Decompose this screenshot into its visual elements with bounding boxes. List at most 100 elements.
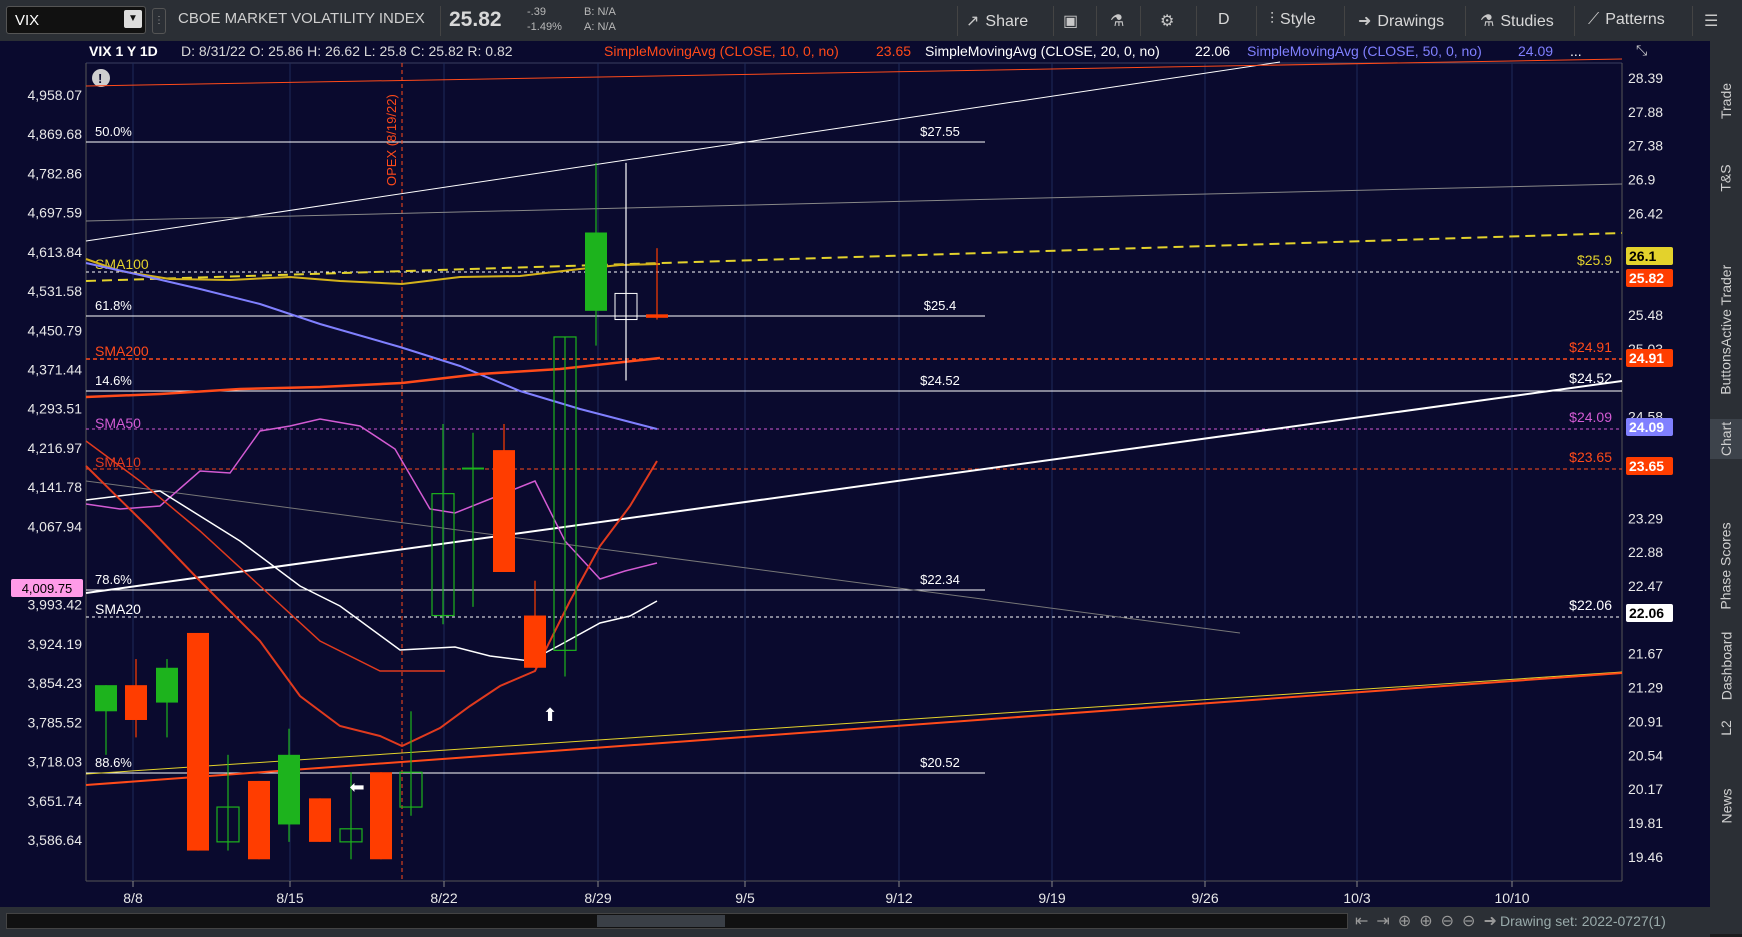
sma20-study-value: 22.06 xyxy=(1195,43,1230,59)
divider xyxy=(957,6,958,36)
x-tick-label: 8/15 xyxy=(276,890,303,906)
symbol-input[interactable]: VIX ▼ xyxy=(6,6,146,34)
last-price: 25.82 xyxy=(449,8,502,31)
x-tick-label: 8/8 xyxy=(123,890,143,906)
change-value: -.39 xyxy=(527,6,546,18)
tab-trade[interactable]: Trade xyxy=(1710,71,1742,131)
arrow-right-icon: ➜ xyxy=(1358,13,1372,30)
tab-chart[interactable]: Chart xyxy=(1710,419,1742,459)
price-level-label: $22.06 xyxy=(1569,597,1612,613)
right-tick-label: 22.47 xyxy=(1628,578,1663,594)
fib-pct-label: 78.6% xyxy=(95,572,132,587)
gear-icon: ⚙ xyxy=(1160,13,1175,30)
bid-ask: B: N/A A: N/A xyxy=(584,5,616,35)
left-tick-label: 4,216.97 xyxy=(28,440,83,456)
left-price-tag-text: 4,009.75 xyxy=(22,581,73,596)
left-tick-label: 4,293.51 xyxy=(28,401,83,417)
change-percent: -1.49% xyxy=(527,21,562,33)
zoom-controls[interactable]: ⇤⇥⊕⊕⊖⊖➜ xyxy=(1355,911,1505,931)
share-button[interactable]: ↗ Share xyxy=(966,11,1028,31)
fib-value-label: $27.55 xyxy=(920,124,960,139)
tab-label: L2 xyxy=(1717,720,1734,736)
tab-label: Buttons xyxy=(1718,347,1735,395)
left-tick-label: 4,067.94 xyxy=(28,518,83,534)
x-tick-label: 10/10 xyxy=(1494,890,1529,906)
divider xyxy=(1256,6,1257,36)
x-tick-label: 8/29 xyxy=(584,890,611,906)
drawing-set-label: Drawing set: 2022-0727(1) xyxy=(1500,913,1666,929)
study-more: ... xyxy=(1570,43,1582,59)
right-tick-label: 25.48 xyxy=(1628,307,1663,323)
studies-button[interactable]: ⚗ Studies xyxy=(1480,11,1554,31)
candle-body xyxy=(309,798,331,842)
candle-body xyxy=(646,314,668,318)
flask-button[interactable]: ⚗ xyxy=(1110,11,1130,31)
right-tick-label: 26.42 xyxy=(1628,205,1663,221)
divider xyxy=(1196,6,1197,36)
grid-button[interactable]: ▣ xyxy=(1063,11,1084,31)
price-tag-text: 22.06 xyxy=(1629,605,1664,621)
settings-button[interactable]: ⚙ xyxy=(1160,11,1180,31)
candle-body xyxy=(370,772,392,860)
right-tick-label: 20.17 xyxy=(1628,781,1663,797)
price-chart[interactable]: VIX 1 Y 1D D: 8/31/22 O: 25.86 H: 26.62 L… xyxy=(0,41,1710,907)
scrollbar-thumb[interactable] xyxy=(597,915,725,927)
left-tick-label: 4,531.58 xyxy=(28,283,83,299)
right-tick-label: 20.54 xyxy=(1628,747,1663,763)
symbol-description: CBOE MARKET VOLATILITY INDEX xyxy=(178,10,425,27)
fib-value-label: $25.4 xyxy=(924,298,957,313)
symbol-dropdown-icon[interactable]: ▼ xyxy=(124,10,142,28)
candle-body xyxy=(493,450,515,573)
flask-icon: ⚗ xyxy=(1110,13,1125,30)
left-tick-label: 3,651.74 xyxy=(28,793,83,809)
chart-area[interactable]: VIX 1 Y 1D D: 8/31/22 O: 25.86 H: 26.62 L… xyxy=(0,41,1710,907)
price-tag-text: 26.1 xyxy=(1629,248,1656,264)
chart-title: VIX 1 Y 1D xyxy=(89,43,158,59)
patterns-label: Patterns xyxy=(1605,11,1665,28)
menu-button[interactable]: ☰ xyxy=(1704,11,1724,31)
candle-body xyxy=(248,780,270,860)
right-sidebar: Trade T&S Active Trader Buttons Chart Phase S… xyxy=(1710,41,1742,934)
candle-body xyxy=(462,467,484,470)
drawings-button[interactable]: ➜ Drawings xyxy=(1358,11,1444,31)
right-tick-label: 21.67 xyxy=(1628,646,1663,662)
tab-t-s[interactable]: T&S xyxy=(1710,153,1742,203)
right-tick-label: 19.46 xyxy=(1628,849,1663,865)
period-button[interactable]: D xyxy=(1218,11,1230,29)
tab-l2[interactable]: L2 xyxy=(1710,713,1742,743)
divider xyxy=(1096,6,1097,36)
divider xyxy=(1344,6,1345,36)
right-tick-label: 28.39 xyxy=(1628,70,1663,86)
left-tick-label: 4,869.68 xyxy=(28,126,83,142)
divider xyxy=(1692,6,1693,36)
tab-news[interactable]: News xyxy=(1710,781,1742,831)
flask-icon: ⚗ xyxy=(1480,13,1495,30)
left-tick-label: 4,697.59 xyxy=(28,205,83,221)
ask-value: A: N/A xyxy=(584,21,616,33)
sma-name-label: SMA200 xyxy=(95,343,149,359)
x-tick-label: 8/22 xyxy=(430,890,457,906)
patterns-button[interactable]: ⟋ Patterns xyxy=(1588,11,1665,29)
right-tick-label: 22.88 xyxy=(1628,544,1663,560)
divider xyxy=(440,6,441,36)
link-icon[interactable]: ⋮ xyxy=(152,8,166,34)
arrow-up-icon: ⬆ xyxy=(542,705,557,726)
right-tick-label: 27.38 xyxy=(1628,138,1663,154)
share-icon: ↗ xyxy=(966,13,980,30)
tab-phase-scores[interactable]: Phase Scores xyxy=(1710,511,1742,621)
tab-label: Trade xyxy=(1718,82,1734,120)
style-button[interactable]: ⫶ Style xyxy=(1270,11,1316,29)
fib-pct-label: 88.6% xyxy=(95,755,132,770)
candle-body xyxy=(95,685,117,712)
right-tick-label: 26.9 xyxy=(1628,172,1655,188)
left-tick-label: 4,782.86 xyxy=(28,165,83,181)
left-tick-label: 4,450.79 xyxy=(28,322,83,338)
left-tick-label: 3,718.03 xyxy=(28,754,83,770)
horizontal-scrollbar[interactable] xyxy=(6,913,1348,929)
tab-buttons[interactable]: Buttons xyxy=(1710,341,1742,401)
price-level-label: $25.9 xyxy=(1577,252,1612,268)
tab-dashboard[interactable]: Dashboard xyxy=(1710,621,1742,711)
x-tick-label: 10/3 xyxy=(1343,890,1370,906)
candle-body xyxy=(187,632,209,851)
fib-value-label: $24.52 xyxy=(920,373,960,388)
